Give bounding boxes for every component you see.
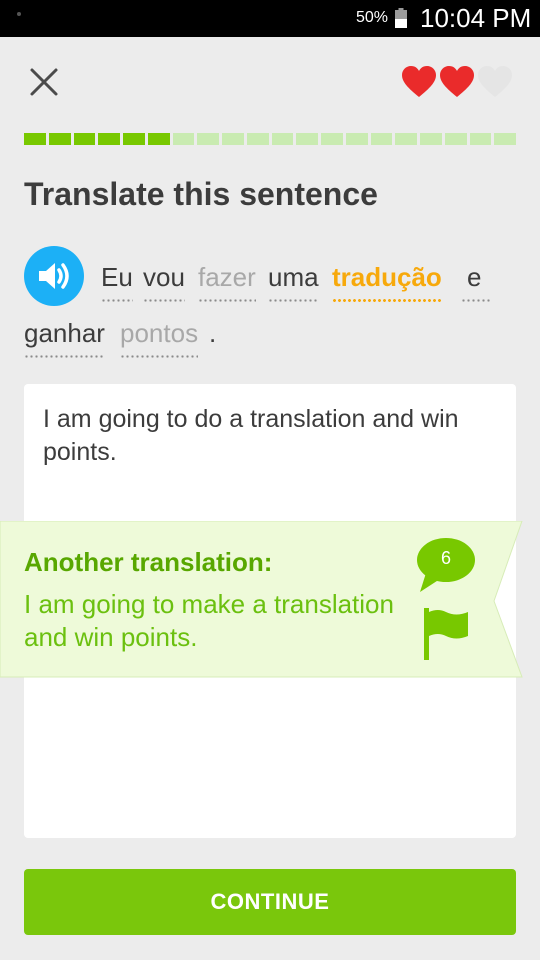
progress-segment-filled (147, 133, 170, 145)
report-flag-icon[interactable] (424, 608, 470, 660)
progress-segment-empty (345, 133, 368, 145)
sentence-word[interactable]: uma (268, 262, 319, 302)
progress-segment-empty (420, 133, 442, 145)
sentence-word[interactable]: Eu (101, 262, 133, 302)
progress-segment-empty (246, 133, 269, 145)
progress-segment-empty (444, 133, 467, 145)
sentence-word[interactable]: e (461, 262, 491, 302)
progress-segment-empty (469, 133, 492, 145)
notification-dot (17, 12, 21, 16)
progress-segment-empty (222, 133, 244, 145)
progress-segment-empty (296, 133, 318, 145)
progress-segment-empty (197, 133, 219, 145)
feedback-title: Another translation: (24, 547, 273, 577)
progress-segment-filled (98, 133, 120, 145)
sentence-word-new[interactable]: tradução (332, 262, 442, 302)
battery-icon (395, 8, 407, 28)
answer-text: I am going to do a translation and win p… (43, 405, 459, 466)
heart-icon (440, 66, 474, 97)
progress-segment-filled (24, 133, 46, 145)
progress-segment-filled (123, 133, 145, 145)
sentence-word[interactable]: pontos (120, 318, 199, 358)
discussion-count: 6 (440, 548, 451, 568)
challenge-title: Translate this sentence (24, 176, 378, 212)
progress-segment-empty (321, 133, 343, 145)
heart-empty-icon (478, 66, 512, 97)
progress-segment-empty (494, 133, 516, 145)
battery-percent: 50% (356, 9, 389, 26)
progress-segment-empty (172, 133, 195, 145)
sentence-word[interactable]: ganhar (24, 318, 105, 358)
clock: 10:04 PM (420, 3, 532, 33)
status-bar: 50% 10:04 PM (0, 0, 540, 37)
continue-button[interactable]: CONTINUE (24, 869, 516, 935)
progress-segment-empty (395, 133, 417, 145)
progress-segment-filled (48, 133, 71, 145)
feedback-text: I am going to make a translation and win… (24, 589, 394, 652)
close-icon[interactable] (24, 62, 64, 102)
sentence-word[interactable]: fazer (198, 262, 256, 302)
progress-segment-filled (73, 133, 96, 145)
speaker-icon (39, 263, 69, 289)
sentence-word[interactable]: vou (143, 262, 185, 302)
progress-segment-empty (370, 133, 393, 145)
sentence-period: . (209, 318, 217, 348)
play-audio-button[interactable] (24, 246, 84, 306)
heart-icon (402, 66, 436, 97)
hearts-indicator (400, 66, 520, 98)
lesson-progress-bar (24, 133, 516, 145)
progress-segment-empty (271, 133, 294, 145)
